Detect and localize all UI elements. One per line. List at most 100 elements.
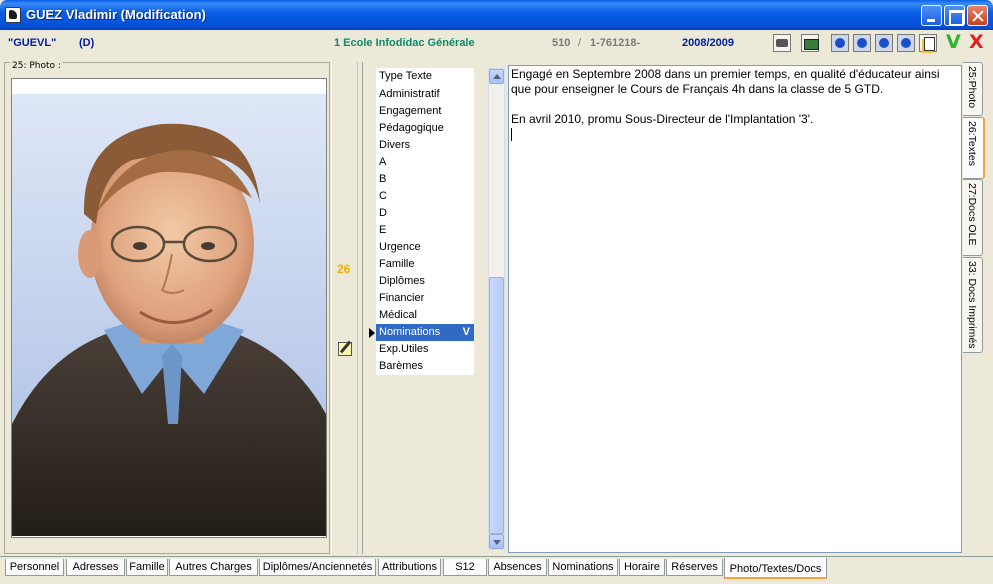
list-item-label: Médical xyxy=(379,309,417,321)
list-item[interactable]: Divers xyxy=(376,137,474,154)
text-editor[interactable]: Engagé en Septembre 2008 dans un premier… xyxy=(508,65,962,553)
list-item[interactable]: Urgence xyxy=(376,239,474,256)
bottom-tab-label: Absences xyxy=(493,561,542,573)
bottom-tab-label: Nominations xyxy=(552,561,614,573)
list-item[interactable]: Engagement xyxy=(376,103,474,120)
arrow-right-icon[interactable] xyxy=(875,34,893,52)
bottom-tab[interactable]: Photo/Textes/Docs xyxy=(724,558,827,579)
person-code: "GUEVL" xyxy=(8,37,57,49)
arrow-up-icon[interactable] xyxy=(831,34,849,52)
bottom-tab[interactable]: Nominations xyxy=(548,559,618,576)
bottom-tab-label: Réserves xyxy=(671,561,718,573)
bottom-tab[interactable]: Absences xyxy=(488,559,547,576)
bottom-tab-label: Diplômes/Anciennetés xyxy=(262,561,373,573)
document-icon[interactable] xyxy=(919,34,937,52)
app-icon[interactable] xyxy=(5,7,21,23)
close-button[interactable] xyxy=(967,5,988,26)
bottom-tab-label: Horaire xyxy=(623,561,661,573)
list-item[interactable]: Financier xyxy=(376,290,474,307)
reference-number: 1-761218- xyxy=(590,37,641,49)
list-item-label: D xyxy=(379,207,387,219)
list-item-label: Administratif xyxy=(379,88,440,100)
list-item[interactable]: Pédagogique xyxy=(376,120,474,137)
list-item[interactable]: Diplômes xyxy=(376,273,474,290)
arrow-down-icon[interactable] xyxy=(897,34,915,52)
text-paragraph xyxy=(511,97,959,112)
selected-mark: V xyxy=(462,326,470,338)
title-bar[interactable]: GUEZ Vladimir (Modification) xyxy=(0,0,993,30)
bottom-tab-label: S12 xyxy=(455,561,475,573)
text-cursor-line xyxy=(511,127,959,142)
side-tab[interactable]: 27:Docs OLE xyxy=(963,179,983,256)
list-item[interactable]: E xyxy=(376,222,474,239)
edit-note-icon[interactable] xyxy=(338,342,352,356)
list-item-label: Barèmes xyxy=(379,360,424,372)
side-tab-label: 33: Docs Imprimés xyxy=(966,261,978,349)
list-item-label: Financier xyxy=(379,292,425,304)
school-year: 2008/2009 xyxy=(682,37,734,49)
list-item-label: Nominations xyxy=(379,326,441,338)
ok-icon[interactable]: V xyxy=(946,31,961,53)
minimize-button[interactable] xyxy=(921,5,942,26)
bottom-tab[interactable]: Personnel xyxy=(5,559,64,576)
bottom-tab-label: Autres Charges xyxy=(175,561,252,573)
bottom-tab[interactable]: Adresses xyxy=(66,559,125,576)
bottom-tab[interactable]: Attributions xyxy=(378,559,441,576)
window-title: GUEZ Vladimir (Modification) xyxy=(26,7,206,22)
bottom-tab-label: Famille xyxy=(129,561,165,573)
separator: / xyxy=(578,37,582,49)
bottom-tab-label: Photo/Textes/Docs xyxy=(729,563,822,575)
list-item-label: A xyxy=(379,156,387,168)
bottom-tab[interactable]: Horaire xyxy=(619,559,665,576)
list-item-label: Pédagogique xyxy=(379,122,444,134)
cancel-icon[interactable]: X xyxy=(969,31,984,53)
bottom-tab-label: Adresses xyxy=(72,561,119,573)
bottom-tab[interactable]: Réserves xyxy=(666,559,723,576)
print-icon[interactable] xyxy=(773,34,791,52)
bottom-tab[interactable]: Famille xyxy=(126,559,168,576)
bottom-tab-label: Attributions xyxy=(381,561,438,573)
list-item[interactable]: D xyxy=(376,205,474,222)
list-item-label: Exp.Utiles xyxy=(379,343,429,355)
list-item[interactable]: Nominations V xyxy=(376,324,474,341)
text-paragraph: Engagé en Septembre 2008 dans un premier… xyxy=(511,67,940,96)
side-tab[interactable]: 33: Docs Imprimés xyxy=(963,257,983,353)
list-item[interactable]: C xyxy=(376,188,474,205)
scroll-up-button[interactable] xyxy=(489,69,504,84)
record-number: 510 xyxy=(552,37,571,49)
list-item-label: B xyxy=(379,173,387,185)
list-item[interactable]: Famille xyxy=(376,256,474,273)
list-item[interactable]: B xyxy=(376,171,474,188)
side-tab-label: 27:Docs OLE xyxy=(966,183,978,246)
list-item[interactable]: Administratif xyxy=(376,86,474,103)
side-tab[interactable]: 26:Textes xyxy=(963,117,985,179)
list-item-label: Divers xyxy=(379,139,411,151)
bottom-tab[interactable]: S12 xyxy=(443,559,487,576)
photo-label: 25: Photo : xyxy=(10,61,63,71)
list-item-label: E xyxy=(379,224,387,236)
record-gutter xyxy=(331,62,358,554)
text-caret xyxy=(511,128,512,142)
arrow-left-icon[interactable] xyxy=(853,34,871,52)
list-item-label: C xyxy=(379,190,387,202)
list-item-label: Famille xyxy=(379,258,415,270)
scroll-down-button[interactable] xyxy=(489,534,504,549)
scroll-thumb[interactable] xyxy=(489,277,504,534)
bottom-tab[interactable]: Diplômes/Anciennetés xyxy=(259,559,376,576)
school-name: 1 Ecole Infodidac Générale xyxy=(334,37,475,49)
bottom-tab-label: Personnel xyxy=(9,561,60,573)
text-type-header: Type Texte xyxy=(379,70,432,82)
list-item[interactable]: Médical xyxy=(376,307,474,324)
side-tab-label: 26:Textes xyxy=(966,121,978,166)
list-item[interactable]: Exp.Utiles xyxy=(376,341,474,358)
side-tab[interactable]: 25:Photo xyxy=(963,62,983,116)
maximize-button[interactable] xyxy=(944,5,965,26)
person-photo[interactable] xyxy=(12,94,326,536)
list-scrollbar[interactable] xyxy=(488,68,505,550)
text-type-list: Administratif Engagement Pédagogique Divers… xyxy=(376,86,474,375)
list-item[interactable]: Barèmes xyxy=(376,358,474,375)
list-item[interactable]: A xyxy=(376,154,474,171)
bottom-tabs: Personnel Adresses Famille Autres Charges Di… xyxy=(0,556,993,584)
bottom-tab[interactable]: Autres Charges xyxy=(169,559,258,576)
money-icon[interactable] xyxy=(801,34,819,52)
